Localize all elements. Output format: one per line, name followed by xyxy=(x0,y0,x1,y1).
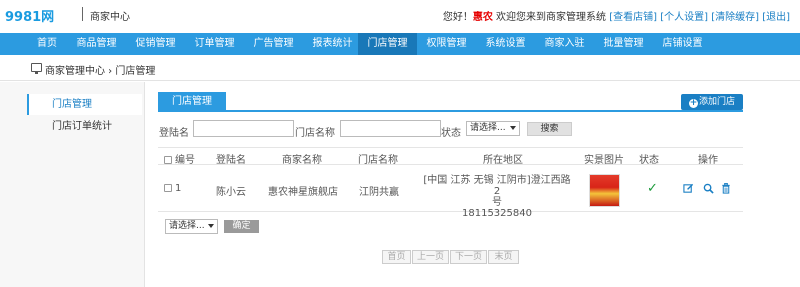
row-region: [中国 江苏 无锡 江阴市]澄江西路2 号 18115325840 xyxy=(423,175,571,219)
sidebar-item-store-management[interactable]: 门店管理 xyxy=(27,94,142,115)
welcome-prefix: 您好！ xyxy=(442,12,473,23)
row-region-line3: 18115325840 xyxy=(462,208,532,219)
next-page-button[interactable]: 下一页 xyxy=(450,250,487,264)
store-name-input[interactable] xyxy=(340,120,441,137)
divider xyxy=(82,7,83,21)
plus-circle-icon: + xyxy=(688,98,698,108)
chevron-down-icon xyxy=(208,224,214,228)
row-login: 陈小云 xyxy=(216,187,246,198)
nav-stores[interactable]: 门店管理 xyxy=(358,33,417,55)
nav-permissions[interactable]: 权限管理 xyxy=(417,33,476,55)
first-page-button[interactable]: 首页 xyxy=(382,250,411,264)
bulk-confirm-button[interactable]: 确定 xyxy=(224,220,259,233)
nav-system-settings[interactable]: 系统设置 xyxy=(476,33,535,55)
edit-icon[interactable] xyxy=(683,183,694,197)
chevron-down-icon xyxy=(510,126,516,130)
row-store: 江阴共赢 xyxy=(359,187,399,198)
nav-batch[interactable]: 批量管理 xyxy=(594,33,653,55)
store-photo-thumbnail[interactable] xyxy=(589,174,620,207)
header-region: 所在地区 xyxy=(483,155,523,166)
status-select[interactable]: 请选择... xyxy=(466,121,520,136)
site-logo[interactable]: 9981网 xyxy=(5,6,54,25)
header-store: 门店名称 xyxy=(358,155,398,166)
main-nav: 首页 商品管理 促销管理 订单管理 广告管理 报表统计 门店管理 权限管理 系统… xyxy=(0,33,800,55)
content-tabbar: 门店管理 xyxy=(158,92,743,112)
bulk-select-value: 请选择... xyxy=(169,221,205,231)
tab-store-management[interactable]: 门店管理 xyxy=(158,92,226,112)
header-status: 状态 xyxy=(639,155,659,166)
store-name-label: 门店名称 xyxy=(295,128,335,139)
username: 惠农 xyxy=(472,12,493,23)
welcome-text: 欢迎您来到商家管理系统 xyxy=(492,12,610,23)
search-icon[interactable] xyxy=(703,183,714,197)
nav-promotions[interactable]: 促销管理 xyxy=(126,33,185,55)
search-button[interactable]: 搜索 xyxy=(527,122,572,136)
status-check-icon[interactable]: ✓ xyxy=(647,181,658,196)
nav-orders[interactable]: 订单管理 xyxy=(185,33,244,55)
add-store-button[interactable]: + 添加门店 xyxy=(681,94,743,110)
nav-merchant-entry[interactable]: 商家入驻 xyxy=(535,33,594,55)
sidebar-item-store-order-stats[interactable]: 门店订单统计 xyxy=(27,116,142,137)
breadcrumb-text[interactable]: 商家管理中心 › 门店管理 xyxy=(45,62,155,77)
status-label: 状态 xyxy=(441,128,461,139)
login-name-label: 登陆名 xyxy=(159,128,189,139)
welcome-bar: 您好！惠农 欢迎您来到商家管理系统 [查看店铺] [个人设置] [清除缓存] [… xyxy=(443,8,790,23)
top-header: 9981网 商家中心 您好！惠农 欢迎您来到商家管理系统 [查看店铺] [个人设… xyxy=(0,0,800,33)
last-page-button[interactable]: 末页 xyxy=(488,250,519,264)
row-id-cell: 1 xyxy=(164,183,181,194)
add-store-label: 添加门店 xyxy=(698,97,735,107)
status-select-value: 请选择... xyxy=(470,123,506,133)
nav-home[interactable]: 首页 xyxy=(27,33,67,55)
trash-icon[interactable] xyxy=(721,183,731,197)
personal-settings-link[interactable]: [个人设置] xyxy=(660,12,708,23)
nav-store-settings[interactable]: 店铺设置 xyxy=(653,33,712,55)
row-region-line2: 号 xyxy=(492,197,502,208)
section-title: 商家中心 xyxy=(90,12,130,23)
login-name-input[interactable] xyxy=(193,120,294,137)
monitor-icon xyxy=(31,63,42,74)
select-all-checkbox[interactable] xyxy=(164,156,172,164)
nav-products[interactable]: 商品管理 xyxy=(67,33,126,55)
nav-reports[interactable]: 报表统计 xyxy=(303,33,362,55)
clear-cache-link[interactable]: [清除缓存] xyxy=(711,12,759,23)
row-id: 1 xyxy=(175,183,182,194)
header-photo: 实景图片 xyxy=(584,155,624,166)
breadcrumb: 商家管理中心 › 门店管理 xyxy=(0,55,800,81)
row-region-line1: [中国 江苏 无锡 江阴市]澄江西路2 xyxy=(423,175,571,197)
logout-link[interactable]: [退出] xyxy=(762,12,790,23)
nav-ads[interactable]: 广告管理 xyxy=(244,33,303,55)
row-merchant: 惠农神星旗舰店 xyxy=(268,187,338,198)
header-login: 登陆名 xyxy=(216,155,246,166)
sidebar: 门店管理 门店订单统计 xyxy=(0,82,145,287)
header-merchant: 商家名称 xyxy=(282,155,322,166)
header-id: 编号 xyxy=(164,151,195,166)
view-store-link[interactable]: [查看店铺] xyxy=(609,12,657,23)
table-row: 1 陈小云 惠农神星旗舰店 江阴共赢 [中国 江苏 无锡 江阴市]澄江西路2 号… xyxy=(158,165,743,219)
prev-page-button[interactable]: 上一页 xyxy=(412,250,449,264)
table-header: 编号 登陆名 商家名称 门店名称 所在地区 实景图片 状态 操作 xyxy=(158,147,743,166)
row-checkbox[interactable] xyxy=(164,184,172,192)
bulk-action-select[interactable]: 请选择... xyxy=(165,219,218,234)
header-actions: 操作 xyxy=(698,155,718,166)
